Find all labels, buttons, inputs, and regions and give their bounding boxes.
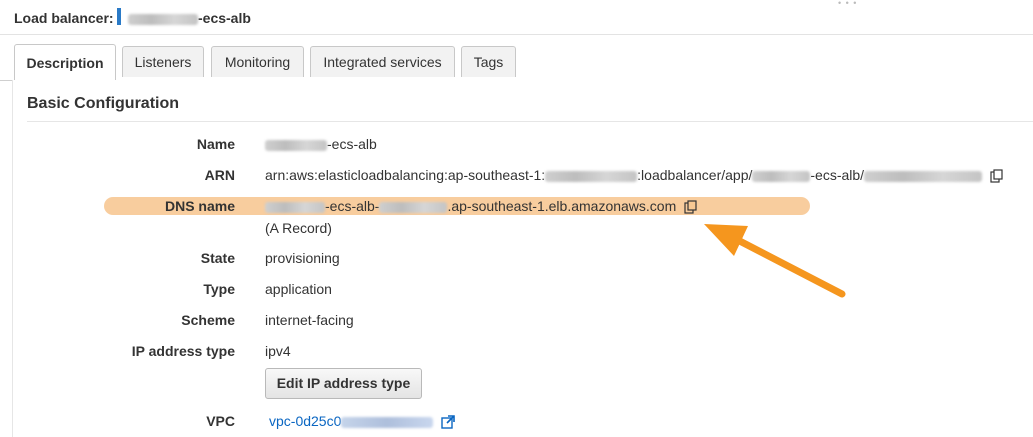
- external-link-icon[interactable]: [441, 415, 456, 429]
- tab-tags[interactable]: Tags: [461, 46, 516, 77]
- section-divider: [27, 121, 1033, 122]
- scheme-value: internet-facing: [265, 312, 354, 328]
- redacted-text: [752, 170, 811, 182]
- annotation-arrow-icon: [704, 224, 846, 298]
- load-balancer-name-suffix: -ecs-alb: [198, 10, 251, 26]
- tab-description[interactable]: Description: [14, 44, 116, 80]
- arn-suffix: -ecs-alb/: [810, 167, 865, 183]
- tab-listeners[interactable]: Listeners: [122, 46, 204, 77]
- redacted-text: [864, 170, 983, 182]
- arn-middle: :loadbalancer/app/: [637, 167, 753, 183]
- dns-name-value: -ecs-alb- .ap-southeast-1.elb.amazonaws.c…: [265, 198, 698, 214]
- scheme-label: Scheme: [181, 312, 235, 328]
- name-value-suffix: -ecs-alb: [327, 136, 377, 152]
- tab-monitoring[interactable]: Monitoring: [211, 46, 304, 77]
- ip-address-type-value: ipv4: [265, 343, 291, 359]
- state-label: State: [200, 250, 235, 266]
- type-label: Type: [203, 281, 235, 297]
- copy-icon[interactable]: [990, 169, 1004, 183]
- load-balancer-name: -ecs-alb: [128, 10, 251, 26]
- type-value: application: [265, 281, 332, 297]
- state-value: provisioning: [265, 250, 340, 266]
- redacted-text: [128, 13, 198, 25]
- load-balancer-marker: [117, 8, 121, 25]
- redacted-text: [265, 139, 327, 151]
- vpc-link[interactable]: vpc-0d25c0: [269, 413, 341, 429]
- ip-address-type-label: IP address type: [131, 343, 235, 359]
- dns-record-note: (A Record): [265, 220, 332, 236]
- redacted-text: [265, 201, 325, 213]
- section-title: Basic Configuration: [27, 95, 180, 112]
- arn-prefix: arn:aws:elasticloadbalancing:ap-southeas…: [265, 167, 546, 183]
- name-label: Name: [196, 136, 235, 152]
- load-balancer-header: Load balancer: -ecs-alb • • •: [0, 0, 1033, 35]
- dns-part1: -ecs-alb-: [325, 198, 380, 214]
- redacted-text: [545, 170, 638, 182]
- tab-integrated-services[interactable]: Integrated services: [310, 46, 455, 77]
- edit-ip-address-type-button[interactable]: Edit IP address type: [265, 368, 422, 399]
- arn-value: arn:aws:elasticloadbalancing:ap-southeas…: [265, 167, 1004, 183]
- tab-bar: Description Listeners Monitoring Integra…: [0, 44, 1033, 81]
- dns-name-label: DNS name: [164, 198, 235, 214]
- name-value: -ecs-alb: [265, 136, 377, 152]
- arn-label: ARN: [204, 167, 235, 183]
- dns-part2: .ap-southeast-1.elb.amazonaws.com: [447, 198, 677, 214]
- resize-handle-icon[interactable]: • • •: [838, 0, 862, 8]
- vpc-label: VPC: [206, 413, 235, 429]
- redacted-text: [379, 201, 448, 213]
- load-balancer-label: Load balancer:: [14, 10, 114, 26]
- vpc-value: vpc-0d25c0: [269, 413, 456, 429]
- redacted-text: [341, 416, 434, 428]
